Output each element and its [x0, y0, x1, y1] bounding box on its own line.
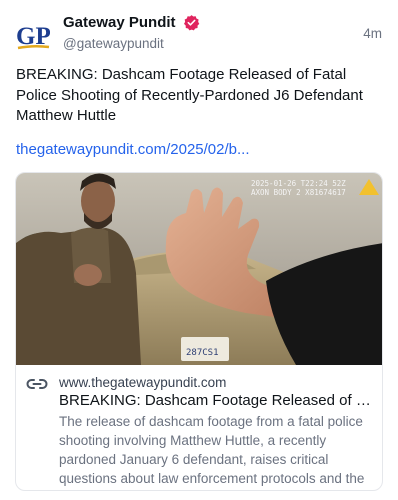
card-meta[interactable]: www.thegatewaypundit.com BREAKING: Dashc… [16, 365, 382, 490]
verified-badge-icon [183, 14, 200, 30]
plate-text: 287CS1 [186, 348, 219, 358]
card-description: The release of dashcam footage from a fa… [59, 414, 365, 486]
link-preview-card[interactable]: 287CS1 2025-01-26 T22:24 52Z AXON BODY 2… [15, 172, 383, 491]
avatar[interactable]: GP [16, 18, 50, 52]
post-text: BREAKING: Dashcam Footage Released of Fa… [16, 66, 363, 124]
post-header: GP Gateway Pundit @gatewaypundit 4m [16, 14, 382, 54]
overlay-timestamp: 2025-01-26 T22:24 52Z [251, 179, 346, 188]
author-info: Gateway Pundit @gatewaypundit [63, 14, 200, 53]
link-chain-icon [26, 379, 48, 389]
post-timestamp[interactable]: 4m [363, 26, 382, 41]
post-card[interactable]: GP Gateway Pundit @gatewaypundit 4m BREA… [0, 0, 398, 500]
card-title[interactable]: BREAKING: Dashcam Footage Released of Fa… [59, 391, 374, 411]
author-handle[interactable]: @gatewaypundit [63, 35, 200, 53]
overlay-device: AXON BODY 2 X81674617 [251, 188, 346, 197]
author-display-name[interactable]: Gateway Pundit [63, 14, 176, 32]
post-link[interactable]: thegatewaypundit.com/2025/02/b... [16, 140, 382, 160]
card-domain[interactable]: www.thegatewaypundit.com [59, 374, 226, 392]
card-image[interactable]: 287CS1 2025-01-26 T22:24 52Z AXON BODY 2… [16, 173, 383, 365]
